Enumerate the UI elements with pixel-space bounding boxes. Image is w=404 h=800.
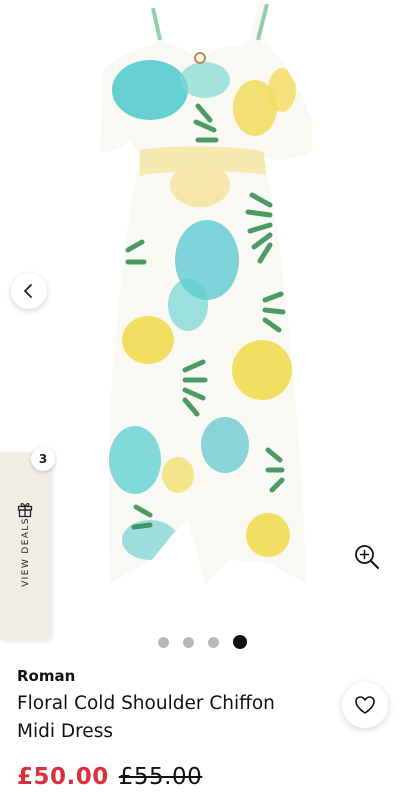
price-row: £50.00 £55.00 — [17, 764, 202, 790]
pagination-dot-2[interactable] — [182, 636, 194, 648]
pagination-dot-3[interactable] — [207, 636, 219, 648]
heart-outline-icon — [355, 696, 375, 714]
original-price: £55.00 — [118, 764, 203, 790]
product-image[interactable] — [0, 0, 404, 618]
product-title: Floral Cold Shoulder Chiffon Midi Dress — [17, 693, 275, 742]
zoom-in-icon — [355, 545, 379, 569]
add-to-favorites-button[interactable] — [342, 682, 388, 728]
pagination-dot-1[interactable] — [157, 636, 169, 648]
zoom-button[interactable] — [350, 540, 384, 574]
chevron-left-icon — [24, 284, 32, 298]
deals-count-badge: 3 — [31, 447, 55, 471]
gift-icon — [17, 502, 33, 518]
previous-image-button[interactable] — [11, 273, 47, 309]
gallery-pagination — [0, 634, 404, 650]
current-price: £50.00 — [17, 764, 109, 790]
product-image-gallery[interactable] — [0, 0, 404, 618]
view-deals-label: VIEW DEALS — [21, 517, 31, 587]
pagination-dot-4-active[interactable] — [232, 635, 247, 649]
product-brand[interactable]: Roman — [17, 667, 75, 685]
